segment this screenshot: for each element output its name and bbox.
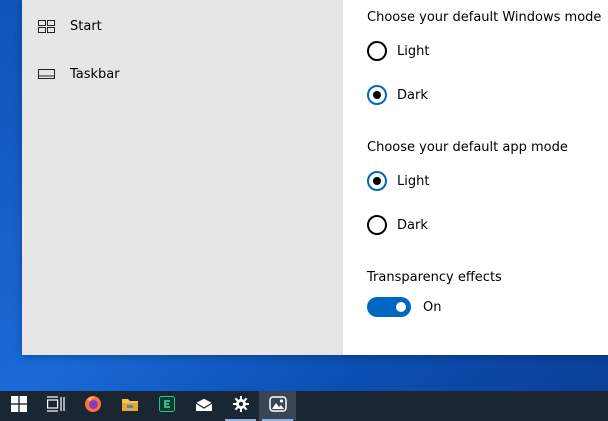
colors-settings-content: Choose your default Windows mode Light D… (343, 0, 608, 355)
radio-checked-icon (367, 85, 387, 105)
radio-label: Light (397, 173, 430, 189)
mail-button[interactable] (185, 391, 222, 421)
windows-start-button[interactable] (0, 391, 37, 421)
settings-button[interactable] (222, 391, 259, 421)
mail-icon (195, 397, 213, 416)
settings-window: Start Taskbar Choose your default Window… (22, 0, 608, 355)
terminal-app-icon (158, 396, 175, 416)
start-layout-icon (38, 19, 55, 33)
app-mode-dark-radio[interactable]: Dark (367, 214, 428, 236)
taskbar (0, 391, 608, 421)
app-mode-light-radio[interactable]: Light (367, 170, 429, 192)
radio-unchecked-icon (367, 41, 387, 61)
taskbar-icon (38, 67, 55, 81)
radio-label: Dark (397, 217, 428, 233)
windows-mode-dark-radio[interactable]: Dark (367, 84, 428, 106)
settings-sidebar: Start Taskbar (22, 0, 343, 355)
photos-app-icon (268, 396, 287, 416)
windows-start-icon (10, 396, 27, 416)
sidebar-item-start[interactable]: Start (22, 4, 343, 48)
firefox-button[interactable] (74, 391, 111, 421)
radio-checked-icon (367, 171, 387, 191)
radio-unchecked-icon (367, 215, 387, 235)
sidebar-item-taskbar[interactable]: Taskbar (22, 52, 343, 96)
task-view-icon (46, 396, 65, 416)
terminal-app-button[interactable] (148, 391, 185, 421)
sidebar-item-label: Taskbar (70, 66, 120, 82)
photos-app-button[interactable] (259, 391, 296, 421)
radio-label: Light (397, 43, 430, 59)
windows-mode-title: Choose your default Windows mode (367, 10, 602, 25)
file-explorer-button[interactable] (111, 391, 148, 421)
settings-gear-icon (232, 396, 249, 416)
radio-label: Dark (397, 87, 428, 103)
sidebar-item-label: Start (70, 18, 102, 34)
file-explorer-icon (121, 396, 139, 416)
task-view-button[interactable] (37, 391, 74, 421)
toggle-state-label: On (423, 299, 442, 315)
transparency-title: Transparency effects (367, 270, 502, 285)
windows-mode-light-radio[interactable]: Light (367, 40, 429, 62)
firefox-icon (84, 395, 102, 417)
app-mode-title: Choose your default app mode (367, 140, 568, 155)
transparency-toggle-row: On (367, 296, 441, 318)
transparency-toggle[interactable] (367, 297, 411, 317)
